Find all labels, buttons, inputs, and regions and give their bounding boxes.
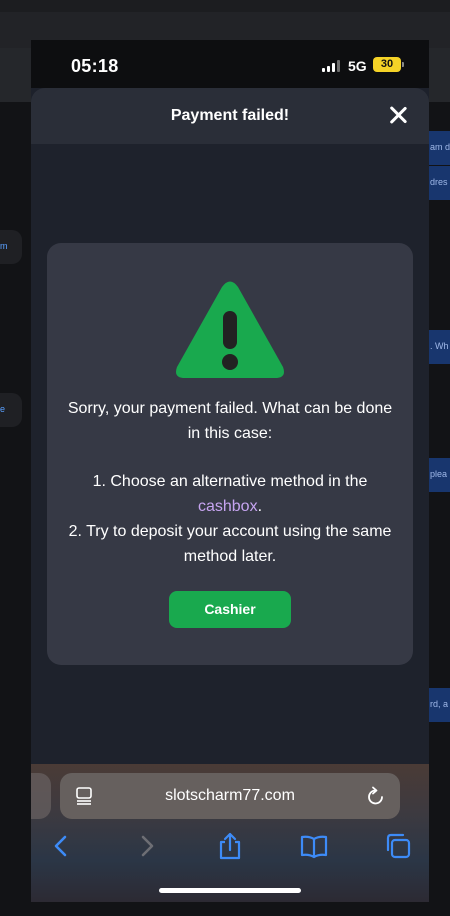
reload-icon[interactable]: [366, 785, 386, 807]
cashier-button[interactable]: Cashier: [169, 591, 291, 628]
cashbox-link[interactable]: cashbox: [198, 498, 258, 515]
bookmarks-icon[interactable]: [300, 832, 328, 860]
forward-icon[interactable]: [133, 832, 161, 860]
back-icon[interactable]: [47, 832, 75, 860]
background-chip-right: rd, a: [428, 688, 450, 722]
status-time: 05:18: [71, 56, 119, 76]
browser-bar: slotscharm77.com: [31, 764, 429, 902]
url-text: slotscharm77.com: [165, 787, 295, 804]
background-top-bar: [0, 0, 450, 12]
signal-icon: [322, 60, 340, 72]
warning-icon: [176, 281, 284, 378]
step-1-text: 1. Choose an alternative method in the: [92, 473, 368, 490]
phone-screen: 05:18 5G 30 Payment failed! Sorry, your …: [31, 40, 429, 902]
background-chip-right: plea: [428, 458, 450, 492]
network-type: 5G: [348, 58, 367, 74]
status-bar: 05:18 5G 30: [31, 40, 429, 88]
background-chip-right: am d: [428, 131, 450, 165]
background-chip-left: m: [0, 230, 22, 264]
home-indicator[interactable]: [159, 888, 301, 893]
step-1: 1. Choose an alternative method in the c…: [67, 469, 393, 519]
step-1-suffix: .: [257, 498, 263, 515]
payment-failed-card: Sorry, your payment failed. What can be …: [47, 243, 413, 665]
modal-title: Payment failed!: [170, 107, 290, 124]
failure-message: Sorry, your payment failed. What can be …: [67, 400, 393, 442]
share-icon[interactable]: [216, 832, 244, 860]
tabs-icon[interactable]: [384, 832, 412, 860]
address-bar[interactable]: slotscharm77.com: [60, 773, 400, 819]
previous-tab-preview[interactable]: [31, 773, 51, 819]
steps-list: 1. Choose an alternative method in the c…: [67, 469, 393, 569]
modal-header: Payment failed!: [31, 88, 429, 144]
battery-icon: 30: [373, 57, 404, 72]
close-icon[interactable]: [387, 104, 409, 126]
background-chip-right: dres: [428, 166, 450, 200]
background-chip-right: . Wh: [428, 330, 450, 364]
step-2: 2. Try to deposit your account using the…: [68, 523, 392, 565]
battery-level: 30: [380, 58, 394, 70]
background-chip-left: e: [0, 393, 22, 427]
